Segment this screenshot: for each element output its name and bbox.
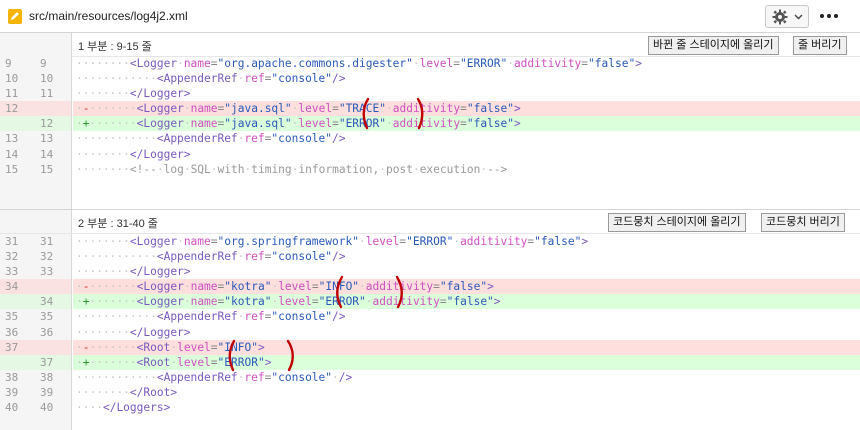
old-line-number: 10 (5, 72, 19, 86)
diff-line[interactable]: 38 38 ············<AppenderRef·ref="consol… (0, 369, 860, 385)
more-options-button[interactable] (818, 7, 840, 25)
new-line-number: 38 (40, 370, 54, 384)
new-line-number: 9 (40, 57, 47, 70)
new-line-number: 12 (40, 117, 54, 131)
diff-line[interactable]: 33 33 ········</Logger> (0, 264, 860, 280)
file-path: src/main/resources/log4j2.xml (29, 9, 188, 23)
old-line-number: 12 (5, 102, 19, 116)
old-line-number: 9 (5, 57, 12, 70)
diff-line[interactable]: 40 40 ····</Loggers> (0, 400, 860, 416)
code-text: ············<AppenderRef·ref="console"/> (76, 132, 346, 146)
stage-lines-button[interactable]: 바뀐 줄 스테이지에 올리기 (648, 36, 779, 55)
new-line-number: 13 (40, 132, 54, 146)
hunk-title: 2 부분 : 31-40 줄 (78, 218, 158, 230)
code-text: ········<Logger·name="org.springframewor… (76, 235, 589, 248)
diff-line[interactable]: 32 32 ············<AppenderRef·ref="consol… (0, 249, 860, 265)
new-line-number: 39 (40, 385, 54, 399)
code-text: ····</Loggers> (76, 401, 171, 415)
new-line-number: 40 (40, 401, 54, 415)
old-line-number: 15 (5, 162, 19, 176)
old-line-number: 36 (5, 325, 19, 339)
new-line-number: 15 (40, 162, 54, 176)
diff-code-block: 31 31 ········<Logger·name="org.springfram… (0, 234, 860, 416)
old-line-number: 33 (5, 265, 19, 279)
old-line-number: 39 (5, 385, 19, 399)
new-line-number: 14 (40, 147, 54, 161)
old-line-number: 31 (5, 235, 19, 248)
new-line-number: 33 (40, 265, 54, 279)
old-line-number: 35 (5, 310, 19, 324)
new-line-number: 35 (40, 310, 54, 324)
code-text: ········</Logger> (76, 87, 191, 101)
settings-dropdown-button[interactable] (765, 5, 809, 28)
hunk-header: 2 부분 : 31-40 줄 코드뭉치 스테이지에 올리기 코드뭉치 버리기 (0, 210, 860, 234)
new-line-number: 36 (40, 325, 54, 339)
code-text: ·+·······<Logger·name="java.sql"·level="… (73, 116, 860, 132)
diff-line[interactable]: 35 35 ············<AppenderRef·ref="consol… (0, 309, 860, 325)
diff-line-deleted[interactable]: 37 ·-·······<Root·level="INFO"> (0, 339, 860, 355)
discard-hunk-button[interactable]: 코드뭉치 버리기 (761, 213, 845, 232)
diff-line[interactable]: 10 10 ············<AppenderRef·ref="consol… (0, 71, 860, 87)
old-line-number: 37 (5, 340, 19, 354)
new-line-number: 11 (40, 87, 54, 101)
gear-icon (772, 9, 788, 25)
code-text: ········</Logger> (76, 147, 191, 161)
diff-line[interactable]: 15 15 ········<!--·log·SQL·with·timing·inf… (0, 161, 860, 177)
stage-hunk-button[interactable]: 코드뭉치 스테이지에 올리기 (608, 213, 746, 232)
file-header: src/main/resources/log4j2.xml (0, 0, 860, 33)
code-text: ·-·······<Root·level="INFO"> (73, 339, 860, 355)
old-line-number: 34 (5, 280, 19, 294)
old-line-number: 13 (5, 132, 19, 146)
diff-line[interactable]: 31 31 ········<Logger·name="org.springfram… (0, 234, 860, 250)
discard-lines-button[interactable]: 줄 버리기 (793, 36, 847, 55)
new-line-number: 34 (40, 295, 54, 309)
code-text: ·+·······<Root·level="ERROR"> (73, 354, 860, 370)
chevron-down-icon (794, 14, 803, 20)
code-text: ············<AppenderRef·ref="console"/> (76, 250, 346, 264)
code-text: ········</Root> (76, 385, 178, 399)
diff-line[interactable]: 14 14 ········</Logger> (0, 146, 860, 162)
old-line-number: 32 (5, 250, 19, 264)
code-text: ············<AppenderRef·ref="console"/> (76, 310, 346, 324)
new-line-number: 31 (40, 235, 54, 248)
code-text: ·-·······<Logger·name="kotra"·level="INF… (73, 279, 860, 295)
diff-line[interactable]: 9 9 ········<Logger·name="org.apache.commo… (0, 56, 860, 72)
code-text: ············<AppenderRef·ref="console"/> (76, 72, 346, 86)
diff-line[interactable]: 36 36 ········</Logger> (0, 324, 860, 340)
more-horizontal-icon (820, 14, 824, 18)
old-line-number: 40 (5, 401, 19, 415)
diff-line[interactable]: 39 39 ········</Root> (0, 384, 860, 401)
code-text: ········</Logger> (76, 265, 191, 279)
diff-line[interactable]: 13 13 ············<AppenderRef·ref="consol… (0, 131, 860, 147)
diff-code-block: 9 9 ········<Logger·name="org.apache.commo… (0, 56, 860, 177)
diff-line-added[interactable]: 34 ·+·······<Logger·name="kotra"·level="E… (0, 294, 860, 310)
code-text: ············<AppenderRef·ref="console"·/… (76, 370, 353, 384)
code-text: ·-·······<Logger·name="java.sql"·level="… (73, 101, 860, 117)
pencil-file-icon (8, 9, 22, 24)
diff-line-deleted[interactable]: 12 ·-·······<Logger·name="java.sql"·level… (0, 101, 860, 117)
code-text: ········<Logger·name="org.apache.commons… (76, 57, 642, 70)
diff-line[interactable]: 11 11 ········</Logger> (0, 86, 860, 102)
diff-line-added[interactable]: 37 ·+·······<Root·level="ERROR"> (0, 354, 860, 370)
new-line-number: 37 (40, 355, 54, 369)
code-text: ········<!--·log·SQL·with·timing·informa… (76, 162, 508, 176)
new-line-number: 10 (40, 72, 54, 86)
diff-line-added[interactable]: 12 ·+·······<Logger·name="java.sql"·level… (0, 116, 860, 132)
new-line-number: 32 (40, 250, 54, 264)
hunk-header: 1 부분 : 9-15 줄 바뀐 줄 스테이지에 올리기 줄 버리기 (0, 33, 860, 57)
code-text: ·+·······<Logger·name="kotra"·level="ERR… (73, 294, 860, 310)
old-line-number: 38 (5, 370, 19, 384)
old-line-number: 14 (5, 147, 19, 161)
code-text: ········</Logger> (76, 325, 191, 339)
hunk-title: 1 부분 : 9-15 줄 (78, 41, 152, 53)
old-line-number: 11 (5, 87, 19, 101)
diff-line-deleted[interactable]: 34 ·-·······<Logger·name="kotra"·level="I… (0, 279, 860, 295)
